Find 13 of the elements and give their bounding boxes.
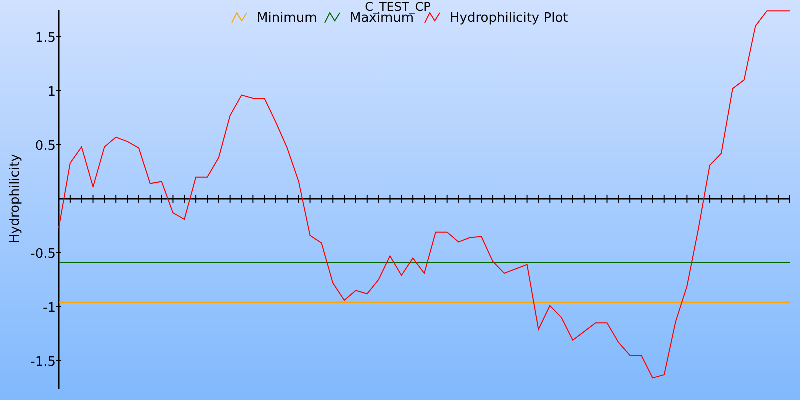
y-tick-label: 1.5 (35, 31, 56, 46)
chart-title: C_TEST_CP (365, 0, 431, 14)
legend-label: Minimum (257, 11, 318, 26)
legend-line-icon (232, 12, 248, 24)
y-tick-label: 0.5 (35, 138, 56, 154)
y-axis-label: Hydrophilicity (8, 154, 23, 244)
y-tick-label: 1 (48, 84, 56, 100)
y-tick-label: -1.5 (30, 354, 56, 370)
legend-label: Maximum (350, 11, 414, 26)
legend-label: Hydrophilicity Plot (450, 11, 568, 26)
y-tick-label: -0.5 (30, 246, 56, 262)
legend-line-icon (324, 12, 340, 24)
y-tick-label: -1 (43, 300, 56, 316)
